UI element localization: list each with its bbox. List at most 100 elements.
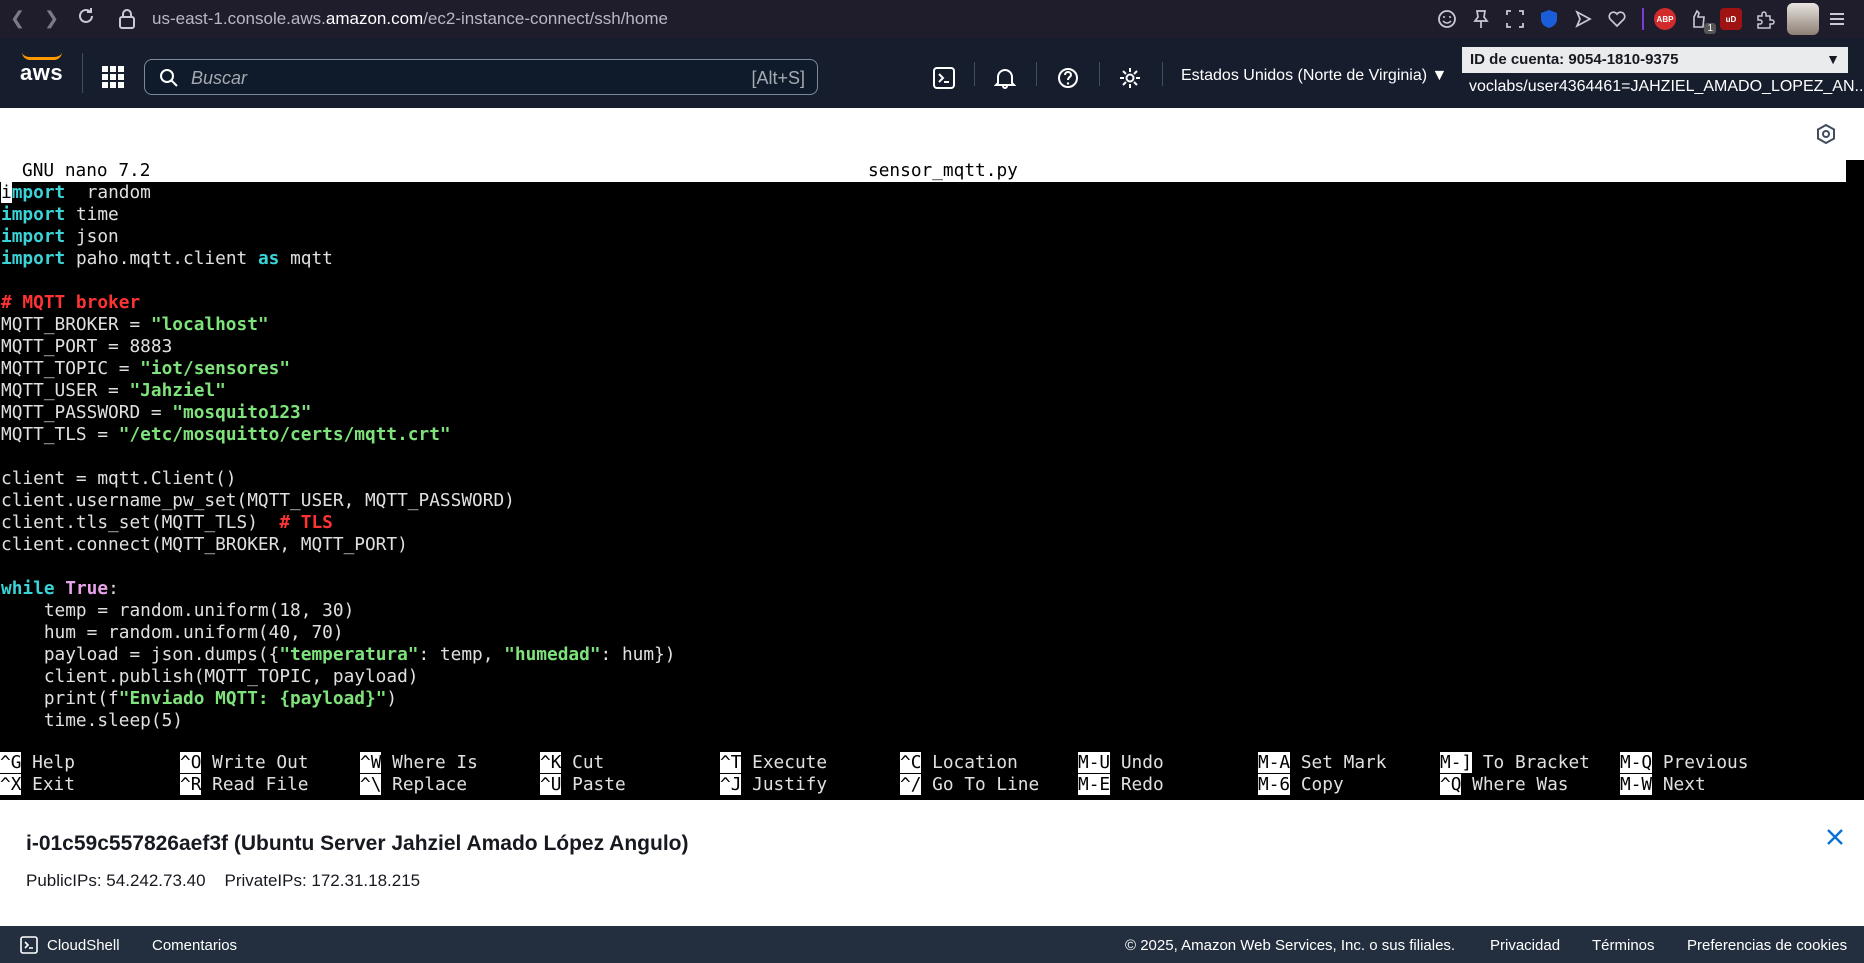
shortcut-label: Redo [1110,774,1164,795]
hand-badge: 1 [1704,23,1716,34]
shortcut-previous: M-Q Previous [1620,752,1748,774]
header-divider [82,53,83,93]
code-token: "temperatura" [279,644,419,665]
avatar[interactable] [1787,3,1819,35]
code-token: import [1,204,66,225]
send-icon[interactable] [1572,8,1594,30]
shortcut-paste: ^U Paste [540,774,626,796]
shortcut-label: To Bracket [1472,752,1590,773]
shortcut-key: ^G [0,752,22,773]
shortcut-write-out: ^O Write Out [180,752,308,774]
smiley-icon[interactable] [1436,8,1458,30]
code-line: payload = json.dumps({"temperatura": tem… [1,644,676,666]
nano-title-bar: GNU nano 7.2 sensor_mqtt.py [0,160,1846,182]
shortcut-replace: ^\ Replace [360,774,467,796]
browser-toolbar: ❮ ❯ us-east-1.console.aws.amazon.com/ec2… [0,0,1864,38]
ublock-icon[interactable]: uD [1720,8,1742,30]
code-token: time [65,204,119,225]
session-toolbar [0,108,1864,160]
search-shortcut: [Alt+S] [751,68,805,88]
heart-icon[interactable] [1606,8,1628,30]
code-token: MQTT_USER = [1,380,130,401]
code-token: : hum}) [600,644,676,665]
cookie-preferences-link[interactable]: Preferencias de cookies [1687,937,1847,954]
shortcut-label: Paste [561,774,626,795]
shortcut-label: Previous [1652,752,1749,773]
private-ips: PrivateIPs: 172.31.18.215 [224,871,421,890]
url-domain: amazon.com [325,9,424,28]
shortcut-key: ^X [0,774,22,795]
instance-ips: PublicIPs: 54.242.73.40 PrivateIPs: 172.… [26,871,420,891]
shortcut-label: Execute [741,752,828,773]
code-line: import time [1,204,675,226]
code-token: "Enviado MQTT: {payload}" [118,688,387,709]
address-bar[interactable]: us-east-1.console.aws.amazon.com/ec2-ins… [152,9,668,29]
shortcut-label: Cut [561,752,605,773]
shortcut-key: ^J [720,774,742,795]
comments-link[interactable]: Comentarios [152,937,237,954]
hand-icon[interactable]: 1 [1688,8,1716,34]
aws-logo[interactable]: aws [20,60,63,86]
shortcut-key: M-6 [1258,774,1291,795]
instance-info-panel: i-01c59c557826aef3f (Ubuntu Server Jahzi… [0,800,1864,926]
code-token: temp = random.uniform(18, 30) [1,600,355,621]
cloudshell-icon[interactable] [20,936,38,958]
code-token: payload = json.dumps({ [1,644,280,665]
code-line: while True: [1,578,675,600]
shortcut-key: ^T [720,752,742,773]
cloudshell-link[interactable]: CloudShell [47,937,120,954]
forward-icon[interactable]: ❯ [44,8,59,28]
settings-hex-icon[interactable] [1816,123,1836,149]
shortcut-label: Help [21,752,75,773]
adblock-icon[interactable]: ABP [1654,8,1676,30]
shortcut-set-mark: M-A Set Mark [1258,752,1386,774]
lock-icon[interactable] [118,9,136,34]
terms-link[interactable]: Términos [1592,937,1655,954]
header-divider [1099,62,1100,86]
code-line: MQTT_TLS = "/etc/mosquitto/certs/mqtt.cr… [1,424,675,446]
region-selector[interactable]: Estados Unidos (Norte de Virginia) ▼ [1181,67,1447,85]
shortcut-redo: M-E Redo [1078,774,1164,796]
gear-icon[interactable] [1108,56,1152,100]
code-line: client.tls_set(MQTT_TLS) # TLS [1,512,675,534]
code-token: import [1,226,66,247]
header-divider [974,62,975,86]
shortcut-key: M-Q [1620,752,1653,773]
help-icon[interactable] [1046,56,1090,100]
shortcut-key: ^Q [1440,774,1462,795]
shield-icon[interactable] [1538,8,1560,30]
shortcut-copy: M-6 Copy [1258,774,1344,796]
pin-icon[interactable] [1470,8,1492,30]
account-menu[interactable]: ID de cuenta: 9054-1810-9375 ▼ [1462,47,1848,73]
code-line: import json [1,226,675,248]
cloudshell-icon[interactable] [922,56,966,100]
puzzle-icon[interactable] [1754,8,1776,30]
code-token: ) [386,688,398,709]
code-token: print(f [1,688,119,709]
code-token: client.tls_set(MQTT_TLS) [1,512,280,533]
search-input[interactable]: Buscar [Alt+S] [144,59,818,95]
close-icon[interactable] [1826,828,1844,851]
shortcut-where-was: ^Q Where Was [1440,774,1568,796]
services-grid-icon[interactable] [102,66,124,88]
code-token: mport [11,182,66,203]
back-icon[interactable]: ❮ [10,8,25,28]
privacy-link[interactable]: Privacidad [1490,937,1560,954]
toolbar-divider [1642,8,1644,30]
code-token: "/etc/mosquitto/certs/mqtt.crt" [118,424,451,445]
code-token: client.publish(MQTT_TOPIC, payload) [1,666,419,687]
bell-icon[interactable] [983,56,1027,100]
terminal[interactable]: GNU nano 7.2 sensor_mqtt.py import rando… [0,160,1864,800]
header-divider [1036,62,1037,86]
screenshot-icon[interactable] [1504,8,1526,30]
code-line: client = mqtt.Client() [1,468,675,490]
code-token: : temp, [418,644,505,665]
reload-icon[interactable] [76,6,96,30]
code-token: : [108,578,119,599]
code-editor[interactable]: import random import time import json impor… [1,182,675,732]
menu-icon[interactable] [1826,8,1848,30]
code-token: as [257,248,280,269]
